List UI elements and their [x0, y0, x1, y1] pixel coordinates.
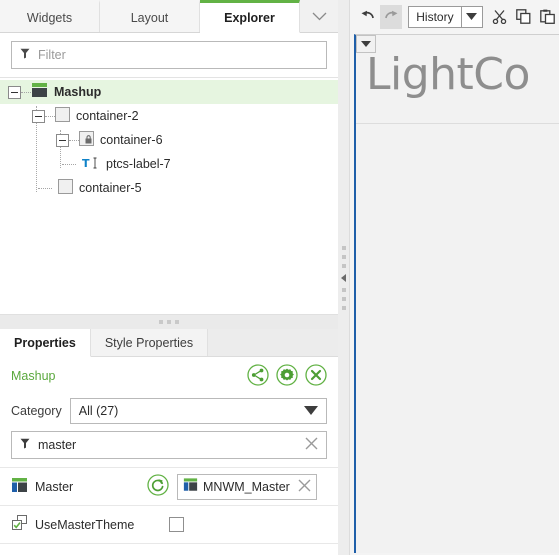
tree-node-mashup[interactable]: Mashup: [0, 80, 338, 104]
tab-widgets-label: Widgets: [26, 10, 73, 25]
mashup-canvas[interactable]: LightCo: [354, 34, 559, 553]
text-label-icon: T: [82, 156, 100, 173]
tab-style-properties[interactable]: Style Properties: [90, 329, 209, 356]
master-value: MNWM_Master: [203, 479, 290, 494]
mashup-icon: [31, 83, 48, 101]
tab-style-properties-label: Style Properties: [104, 335, 194, 350]
tab-layout-label: Layout: [130, 10, 169, 25]
container-icon: [58, 179, 73, 197]
category-value: All (27): [78, 404, 119, 418]
tree-node-container-6[interactable]: container-6: [0, 128, 338, 152]
history-dropdown[interactable]: History: [408, 5, 483, 28]
caret-down-icon[interactable]: [460, 6, 482, 27]
property-row-partial: [0, 543, 338, 555]
drag-dots-icon: [175, 320, 179, 324]
tree-expander[interactable]: [56, 133, 69, 147]
editor-toolbar: History: [350, 0, 559, 33]
tree-node-label: Mashup: [54, 85, 102, 99]
brand-text: LightCo: [366, 49, 530, 100]
tree-node-label: container-5: [79, 181, 142, 195]
drag-dots-icon: [341, 254, 346, 259]
tree-expander[interactable]: [32, 109, 45, 123]
tree-filter-input[interactable]: Filter: [11, 41, 327, 69]
funnel-icon: [20, 48, 30, 62]
drag-dots-icon: [341, 305, 346, 310]
tree-filter-placeholder: Filter: [38, 48, 66, 62]
tab-explorer[interactable]: Explorer: [200, 0, 300, 33]
drag-dots-icon: [167, 320, 171, 324]
drag-dots-icon: [341, 245, 346, 250]
tab-properties[interactable]: Properties: [0, 329, 91, 357]
explorer-tree: Mashup container-2 container-6 T ptcs-la…: [0, 78, 338, 315]
checkbox-property-icon: [11, 515, 28, 534]
tab-properties-label: Properties: [14, 335, 76, 350]
scissors-icon[interactable]: [489, 5, 511, 29]
drag-dots-icon: [341, 296, 346, 301]
tree-node-label: container-2: [76, 109, 139, 123]
property-name-usemastertheme: UseMasterTheme: [11, 515, 161, 534]
property-label: Master: [35, 479, 74, 494]
left-panel: Widgets Layout Explorer Filter Mashup co…: [0, 0, 338, 555]
property-name-master: Master: [11, 477, 139, 496]
property-search-value: master: [38, 438, 77, 452]
horizontal-splitter[interactable]: [0, 315, 338, 329]
canvas-panel: History LightCo: [350, 0, 559, 555]
refresh-circle-icon[interactable]: [147, 474, 169, 499]
property-row-usemastertheme: UseMasterTheme: [0, 505, 338, 543]
undo-arrow-icon[interactable]: [356, 5, 378, 29]
master-value-field[interactable]: MNWM_Master: [177, 473, 317, 500]
properties-tabstrip-filler: [208, 329, 338, 356]
properties-header-buttons: [247, 363, 327, 389]
panel-tabstrip: Widgets Layout Explorer: [0, 0, 338, 33]
thingworx-mashup-builder: Widgets Layout Explorer Filter Mashup co…: [0, 0, 559, 555]
container-locked-icon: [79, 131, 94, 149]
close-x-icon[interactable]: [305, 437, 318, 453]
tree-node-ptcs-label-7[interactable]: T ptcs-label-7: [0, 152, 338, 176]
tree-filter-container: Filter: [0, 33, 338, 78]
copy-icon[interactable]: [513, 5, 535, 29]
selected-entity-label: Mashup: [11, 369, 56, 383]
paste-icon[interactable]: [537, 5, 559, 29]
drag-dots-icon: [341, 287, 346, 292]
properties-panel: Properties Style Properties Mashup Categ…: [0, 329, 338, 555]
master-icon: [11, 477, 28, 496]
canvas-divider: [356, 123, 559, 124]
property-label: UseMasterTheme: [35, 517, 135, 532]
close-x-icon[interactable]: [298, 479, 311, 495]
properties-header: Mashup: [0, 357, 338, 395]
tab-layout[interactable]: Layout: [100, 0, 200, 32]
category-select[interactable]: All (27): [69, 398, 327, 424]
caret-down-icon[interactable]: [356, 35, 376, 53]
caret-down-icon: [304, 404, 318, 418]
history-label: History: [416, 9, 454, 24]
category-label: Category: [11, 404, 62, 418]
funnel-icon: [20, 438, 30, 452]
tree-node-label: container-6: [100, 133, 163, 147]
drag-dots-icon: [341, 263, 346, 268]
category-row: Category All (27): [0, 395, 338, 427]
share-nodes-icon[interactable]: [247, 363, 269, 389]
redo-arrow-icon[interactable]: [380, 4, 403, 29]
chevron-down-icon[interactable]: [300, 0, 338, 32]
tree-expander[interactable]: [8, 85, 21, 99]
property-search-input[interactable]: master: [11, 431, 327, 459]
gear-icon[interactable]: [276, 363, 298, 389]
tab-explorer-label: Explorer: [224, 10, 275, 25]
vertical-splitter[interactable]: [338, 0, 350, 555]
drag-dots-icon: [159, 320, 163, 324]
close-x-icon[interactable]: [305, 363, 327, 389]
property-row-master: Master MNWM_Master: [0, 467, 338, 505]
property-search-container: master: [0, 427, 338, 467]
tree-node-container-5[interactable]: container-5: [0, 176, 338, 200]
properties-tabstrip: Properties Style Properties: [0, 329, 338, 357]
svg-text:T: T: [82, 157, 90, 170]
tree-node-label: ptcs-label-7: [106, 157, 171, 171]
usemastertheme-checkbox[interactable]: [169, 517, 184, 532]
collapse-left-icon[interactable]: [339, 273, 349, 283]
container-icon: [55, 107, 70, 125]
master-icon: [183, 478, 198, 495]
tree-node-container-2[interactable]: container-2: [0, 104, 338, 128]
tab-widgets[interactable]: Widgets: [0, 0, 100, 32]
